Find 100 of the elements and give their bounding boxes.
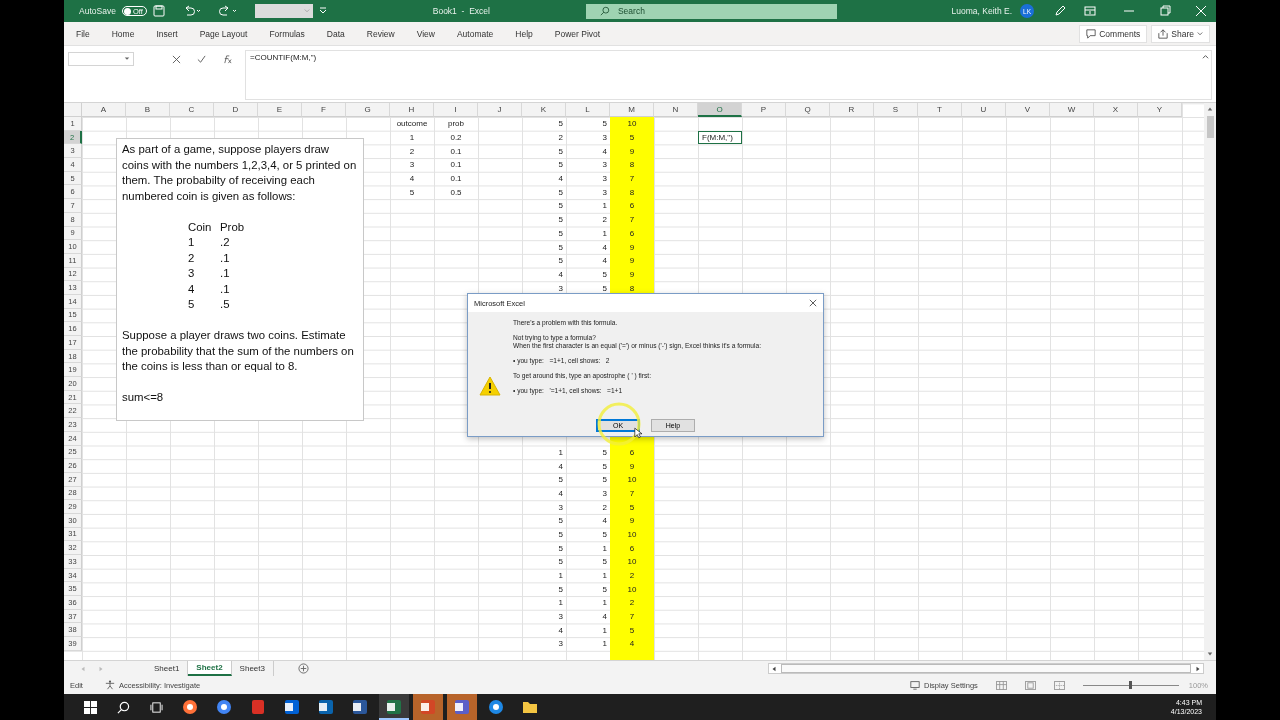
table-cell-text: 4: [557, 173, 564, 186]
column-header[interactable]: M: [610, 103, 654, 117]
collapse-icon[interactable]: [1202, 53, 1209, 60]
start-icon[interactable]: [84, 700, 97, 714]
column-header[interactable]: K: [522, 103, 566, 117]
task-view-icon[interactable]: [150, 700, 163, 714]
share-button[interactable]: Share: [1151, 24, 1210, 43]
ribbon-display-icon[interactable]: [1084, 5, 1096, 17]
column-header[interactable]: O: [698, 103, 742, 117]
column-header[interactable]: N: [654, 103, 698, 117]
table-cell-text: 4: [601, 611, 608, 624]
ribbon-tab[interactable]: Power Pivot: [554, 28, 601, 39]
display-settings-icon[interactable]: [910, 680, 921, 690]
cancel-icon[interactable]: [172, 55, 181, 64]
column-header[interactable]: G: [346, 103, 390, 117]
question-text: Suppose a player draws two coins. Estimate the probability that the sum of the numbers on the coins is less than or equal to 8.: [122, 328, 355, 374]
autosave-label: AutoSave: [79, 6, 116, 16]
table-cell-text: 9: [628, 145, 636, 158]
coin-table-value: .1: [220, 281, 231, 297]
ribbon-tab[interactable]: Data: [326, 28, 345, 39]
table-cell-text: 3: [408, 159, 416, 172]
horizontal-scrollbar[interactable]: [768, 663, 1204, 674]
zoom-slider[interactable]: [1082, 680, 1179, 690]
ribbon-tab[interactable]: View: [416, 28, 435, 39]
column-header[interactable]: E: [258, 103, 302, 117]
vertical-scrollbar[interactable]: [1204, 103, 1216, 660]
ribbon-tab[interactable]: Formulas: [269, 28, 305, 39]
app-icon: [420, 699, 436, 715]
active-cell[interactable]: F(M:M,"): [698, 130, 742, 145]
sheet-tab[interactable]: Sheet2: [188, 661, 232, 676]
column-header[interactable]: P: [742, 103, 786, 117]
insert-function-icon[interactable]: [222, 55, 233, 64]
window-title: Book1 - Excel: [432, 6, 490, 16]
enter-icon[interactable]: [197, 55, 206, 64]
table-cell-text: 5: [601, 460, 608, 473]
restore-icon[interactable]: [1159, 5, 1171, 17]
pen-icon[interactable]: [1054, 5, 1066, 17]
ribbon-tab[interactable]: Home: [111, 28, 135, 39]
coin-table-header: Prob: [220, 219, 246, 235]
scroll-down-icon[interactable]: [1207, 651, 1213, 657]
column-header[interactable]: W: [1050, 103, 1094, 117]
column-header[interactable]: V: [1006, 103, 1050, 117]
coin-table-value: .2: [220, 235, 231, 250]
table-cell-text: 5: [557, 528, 564, 541]
column-header[interactable]: R: [830, 103, 874, 117]
ribbon-tab[interactable]: Page Layout: [199, 28, 248, 39]
column-header[interactable]: H: [390, 103, 434, 117]
save-icon[interactable]: [152, 5, 165, 17]
comments-button[interactable]: Comments: [1079, 24, 1148, 43]
table-cell-text: 0.1: [449, 159, 463, 172]
table-cell-text: 4: [408, 173, 416, 186]
formula-field[interactable]: =COUNTIF(M:M,"): [245, 50, 1212, 100]
ribbon-tab[interactable]: Automate: [456, 28, 494, 39]
coin-table-value: 4: [188, 281, 196, 297]
column-header[interactable]: C: [170, 103, 214, 117]
table-cell-text: 5: [408, 186, 416, 199]
column-header[interactable]: X: [1094, 103, 1138, 117]
add-sheet-icon[interactable]: [297, 663, 309, 674]
scroll-left-icon[interactable]: [771, 665, 777, 672]
scroll-up-icon[interactable]: [1207, 106, 1213, 112]
search-field[interactable]: Search: [585, 3, 837, 19]
column-header[interactable]: S: [874, 103, 918, 117]
scroll-right-icon[interactable]: [1195, 665, 1201, 672]
table-cell-text: prob: [447, 118, 465, 131]
column-header[interactable]: Y: [1138, 103, 1182, 117]
column-header[interactable]: F: [302, 103, 346, 117]
table-cell-text: 5: [628, 132, 636, 145]
coin-table-value: 1: [188, 235, 196, 250]
ribbon-tab[interactable]: File: [76, 28, 90, 39]
taskbar-app-button[interactable]: [379, 694, 409, 720]
search-icon[interactable]: [117, 700, 130, 714]
column-header[interactable]: Q: [786, 103, 830, 117]
column-header[interactable]: A: [82, 103, 126, 117]
customize-caret-icon[interactable]: [318, 7, 327, 15]
column-header[interactable]: D: [214, 103, 258, 117]
table-cell-text: 4: [557, 460, 564, 473]
column-header[interactable]: U: [962, 103, 1006, 117]
note-text: sum<=8: [122, 390, 165, 405]
coin-table-value: .5: [220, 297, 231, 312]
table-cell-text: 5: [601, 268, 608, 281]
round-app-icon: [182, 699, 198, 715]
app-icon: [454, 699, 470, 715]
close-icon[interactable]: [809, 299, 817, 307]
ribbon-tab[interactable]: Review: [366, 28, 395, 39]
redo-icon[interactable]: [218, 5, 237, 17]
table-cell-text: 5: [601, 282, 608, 295]
ribbon-tab[interactable]: Help: [515, 28, 533, 39]
column-header[interactable]: L: [566, 103, 610, 117]
table-cell-text: 2: [601, 501, 608, 514]
table-cell-text: 4: [601, 145, 608, 158]
table-cell-text: 2: [601, 214, 608, 227]
app-icon: [386, 699, 402, 715]
scroll-thumb[interactable]: [1206, 116, 1214, 138]
column-header[interactable]: J: [478, 103, 522, 117]
ribbon-tab[interactable]: Insert: [156, 28, 178, 39]
table-cell-text: 5: [557, 159, 564, 172]
accessibility-icon[interactable]: [104, 680, 115, 690]
column-header[interactable]: B: [126, 103, 170, 117]
column-header[interactable]: I: [434, 103, 478, 117]
column-header[interactable]: T: [918, 103, 962, 117]
